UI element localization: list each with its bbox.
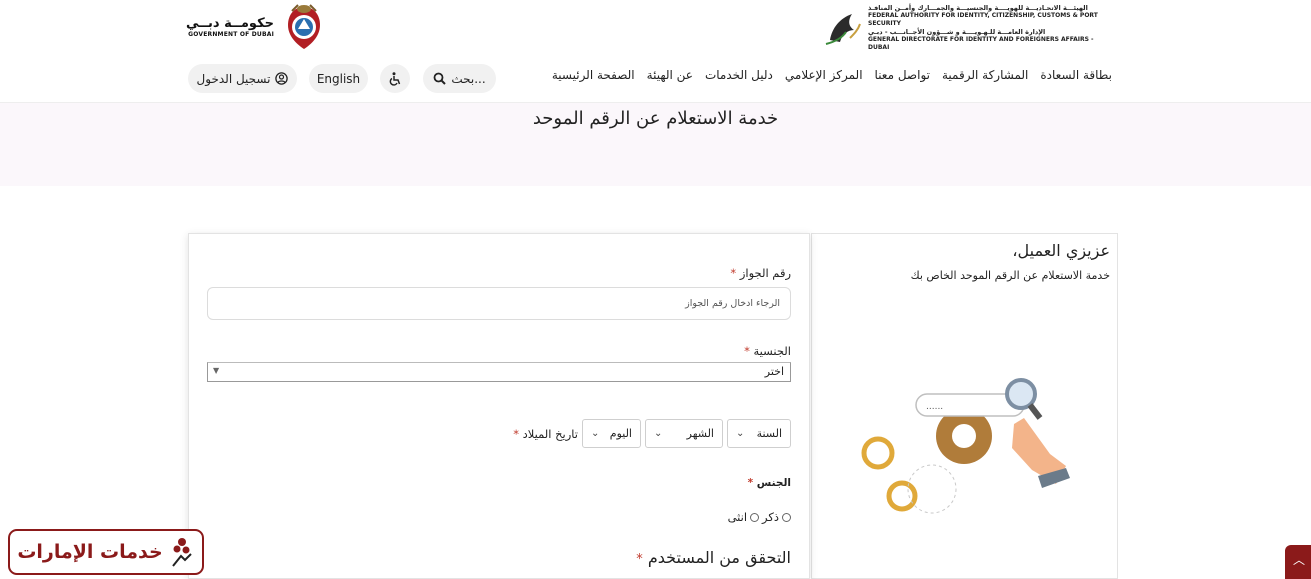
gender-label-text: الجنس	[756, 477, 791, 489]
nav-links: الصفحة الرئيسية عن الهيئة دليل الخدمات ا…	[552, 68, 1112, 82]
required-mark: *	[636, 552, 643, 567]
nationality-select[interactable]: اختر ▼	[207, 362, 791, 382]
required-mark: *	[513, 426, 519, 441]
required-mark: *	[730, 266, 737, 280]
info-panel: عزيزي العميل، خدمة الاستعلام عن الرقم ال…	[811, 233, 1118, 579]
directorate-name-en: GENERAL DIRECTORATE FOR IDENTITY AND FOR…	[868, 36, 1094, 51]
government-of-dubai-logo[interactable]: حكومــة دبــي GOVERNMENT OF DUBAI	[186, 2, 330, 52]
verify-label-text: التحقق من المستخدم	[647, 548, 791, 567]
gender-options: ذكر انثى	[728, 510, 791, 524]
chevron-down-icon: ⌄	[736, 428, 745, 439]
page-banner: خدمة الاستعلام عن الرقم الموحد	[0, 103, 1311, 186]
male-radio[interactable]	[782, 512, 791, 522]
info-subtitle: خدمة الاستعلام عن الرقم الموحد الخاص بك	[910, 269, 1110, 282]
emirates-services-logo-icon	[171, 538, 192, 567]
search-label: بحث...	[451, 71, 486, 86]
user-verification-heading: التحقق من المستخدم *	[636, 548, 791, 567]
login-label: تسجيل الدخول	[196, 71, 271, 86]
nationality-value: اختر	[764, 365, 784, 378]
emirates-services-text: خدمات الإمارات	[17, 541, 163, 563]
directorate-name-ar: الإدارة العامـــة للـهـويــــة و شـــؤون…	[868, 28, 1046, 36]
authority-name-en: FEDERAL AUTHORITY FOR IDENTITY, CITIZENS…	[868, 12, 1098, 27]
dob-label-text: تاريخ الميلاد	[522, 426, 578, 441]
month-select-label: الشهر	[686, 427, 714, 440]
search-button[interactable]: بحث...	[423, 64, 496, 93]
nationality-label-text: الجنسية	[753, 344, 792, 358]
scroll-to-top-button[interactable]: ︿	[1285, 545, 1311, 579]
passport-label: رقم الجواز *	[730, 266, 791, 280]
year-select[interactable]: السنة ⌄	[727, 419, 791, 448]
search-icon	[433, 72, 447, 85]
male-label[interactable]: ذكر	[762, 510, 779, 524]
month-select[interactable]: الشهر ⌄	[645, 419, 723, 448]
gov-name-en: GOVERNMENT OF DUBAI	[188, 31, 275, 38]
falcon-icon	[825, 14, 861, 45]
language-toggle-button[interactable]: English	[309, 64, 368, 93]
nav-item-home[interactable]: الصفحة الرئيسية	[552, 68, 635, 82]
user-circle-icon	[275, 72, 289, 85]
passport-number-input[interactable]: الرجاء ادخال رقم الجواز	[207, 287, 791, 320]
nav-item-contact[interactable]: تواصل معنا	[875, 68, 930, 82]
dob-label: تاريخ الميلاد *	[513, 427, 578, 441]
nav-item-media-center[interactable]: المركز الإعلامي	[785, 68, 863, 82]
chevron-down-icon: ⌄	[654, 428, 663, 439]
year-select-label: السنة	[756, 427, 782, 440]
chevron-down-icon: ▼	[213, 366, 220, 375]
wheelchair-icon	[389, 71, 401, 86]
chevron-up-icon: ︿	[1292, 553, 1305, 567]
federal-authority-logo[interactable]: الهيئـــة الاتحـاديـــة للهويــــة والجن…	[822, 4, 1113, 52]
nav-item-happiness-card[interactable]: بطاقة السعادة	[1040, 68, 1112, 82]
female-label[interactable]: انثى	[728, 510, 747, 524]
gears-search-illustration: ......	[861, 378, 1070, 514]
login-button[interactable]: تسجيل الدخول	[188, 64, 297, 93]
day-select[interactable]: اليوم ⌄	[582, 419, 641, 448]
top-header: حكومــة دبــي GOVERNMENT OF DUBAI الهيئـ…	[0, 0, 1311, 55]
page-title: خدمة الاستعلام عن الرقم الموحد	[532, 108, 779, 129]
nationality-label: الجنسية *	[744, 344, 791, 358]
info-greeting: عزيزي العميل،	[1012, 241, 1110, 260]
illustration-search-text: ......	[926, 402, 943, 412]
day-select-label: اليوم	[609, 427, 632, 440]
gender-label: الجنس *	[748, 477, 791, 489]
main-navigation: الصفحة الرئيسية عن الهيئة دليل الخدمات ا…	[0, 55, 1311, 103]
passport-label-text: رقم الجواز	[739, 266, 791, 280]
date-of-birth-row: تاريخ الميلاد * اليوم ⌄ الشهر ⌄ السنة ⌄	[507, 419, 791, 448]
required-mark: *	[747, 477, 754, 489]
nav-item-digital-participation[interactable]: المشاركة الرقمية	[942, 68, 1028, 82]
required-mark: *	[744, 344, 750, 358]
nav-item-about[interactable]: عن الهيئة	[647, 68, 693, 82]
female-radio[interactable]	[750, 512, 760, 522]
emirates-services-badge[interactable]: خدمات الإمارات	[8, 529, 204, 575]
nav-item-services-guide[interactable]: دليل الخدمات	[705, 68, 773, 82]
gov-name-ar: حكومــة دبــي	[186, 16, 275, 31]
inquiry-form: رقم الجواز * الرجاء ادخال رقم الجواز الج…	[188, 233, 810, 579]
accessibility-button[interactable]	[380, 64, 410, 93]
authority-name-ar: الهيئـــة الاتحـاديـــة للهويــــة والجن…	[868, 4, 1088, 12]
dubai-emblem-icon	[288, 4, 321, 49]
chevron-down-icon: ⌄	[591, 428, 600, 439]
